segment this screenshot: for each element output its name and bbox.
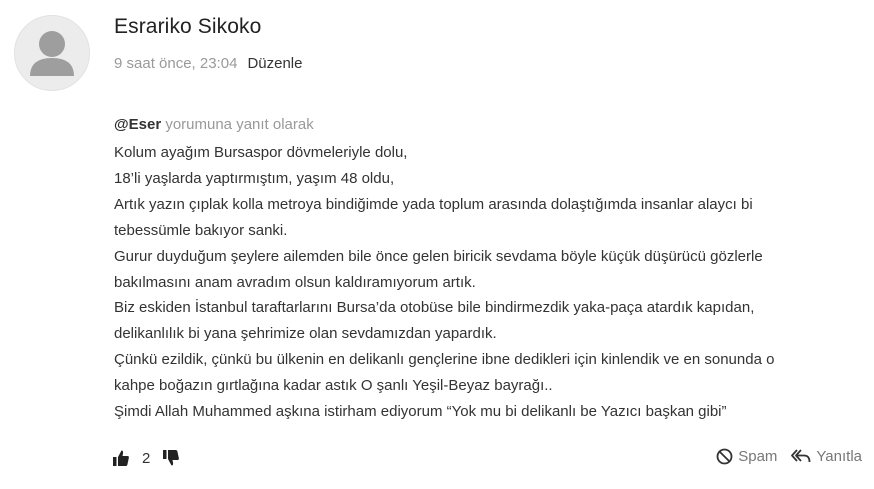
comment-line: Biz eskiden İstanbul taraftarlarını Burs… — [114, 299, 755, 317]
comment-line: bakılmasını anam avradım olsun kaldıramı… — [114, 273, 476, 291]
author-name[interactable]: Esrariko Sikoko — [114, 15, 261, 39]
spam-button[interactable]: Spam — [716, 448, 777, 465]
comment-actions: Spam Yanıtla — [716, 448, 862, 465]
reply-suffix: yorumuna yanıt olarak — [161, 116, 314, 133]
comment-line: tebessümle bakıyor sanki. — [114, 221, 288, 239]
dislike-button[interactable] — [162, 449, 180, 467]
avatar[interactable] — [14, 15, 90, 91]
comment-line: kahpe boğazın gırtlağına kadar astık O ş… — [114, 377, 553, 395]
reply-label: Yanıtla — [816, 448, 862, 465]
vote-actions: 2 — [112, 446, 180, 470]
timestamp: 9 saat önce, 23:04 — [114, 55, 238, 72]
comment-line: 18’li yaşlarda yaptırmıştım, yaşım 48 ol… — [114, 169, 395, 187]
reply-context: @Eser yorumuna yanıt olarak — [114, 116, 314, 133]
thumbs-up-icon — [113, 450, 129, 466]
comment-line: delikanlılık bi yana şehrimize olan sevd… — [114, 325, 497, 343]
thumbs-down-icon — [163, 450, 180, 466]
block-icon — [716, 448, 733, 465]
edit-link[interactable]: Düzenle — [247, 55, 302, 72]
user-silhouette-icon — [30, 31, 74, 76]
comment-line: Artık yazın çıplak kolla metroya bindiği… — [114, 195, 753, 213]
comment-line: Gurur duyduğum şeylere ailemden bile önc… — [114, 247, 763, 265]
like-button[interactable] — [112, 449, 130, 467]
comment-meta: 9 saat önce, 23:04 Düzenle — [114, 55, 302, 72]
comment-body: Kolum ayağım Bursaspor dövmeleriyle dolu… — [114, 140, 854, 425]
comment-line: Şimdi Allah Muhammed aşkına istirham edi… — [114, 403, 727, 421]
reply-mention[interactable]: @Eser — [114, 116, 161, 133]
like-count: 2 — [142, 449, 151, 467]
comment-line: Kolum ayağım Bursaspor dövmeleriyle dolu… — [114, 144, 408, 161]
spam-label: Spam — [738, 448, 778, 465]
reply-button[interactable]: Yanıtla — [791, 448, 862, 465]
comment-line: Çünkü ezildik, çünkü bu ülkenin en delik… — [114, 351, 775, 369]
reply-arrow-icon — [791, 449, 811, 463]
